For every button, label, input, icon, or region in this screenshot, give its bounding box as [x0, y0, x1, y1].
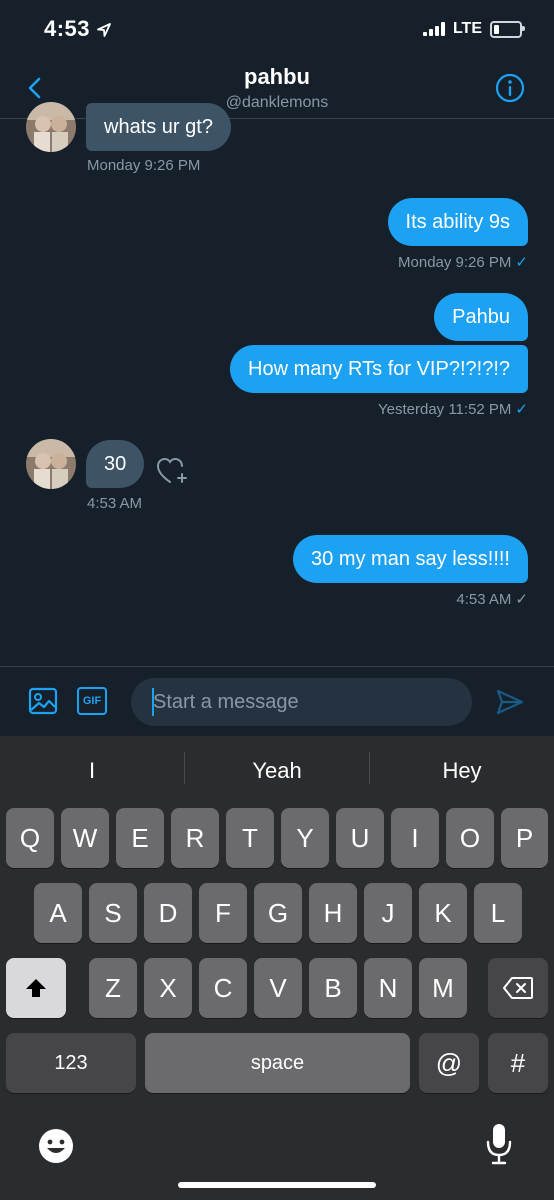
message-input-container[interactable]: [131, 678, 472, 726]
image-icon[interactable]: [28, 686, 58, 716]
sent-check-icon: ✓: [515, 401, 528, 418]
message-input[interactable]: [131, 678, 472, 726]
key-i[interactable]: I: [391, 808, 439, 868]
key-d[interactable]: D: [144, 883, 192, 943]
shift-arrow-icon: [26, 979, 46, 997]
sent-check-icon: ✓: [515, 591, 528, 608]
key-h[interactable]: H: [309, 883, 357, 943]
battery-icon: [490, 20, 525, 38]
message-timestamp: Monday 9:26 PM ✓: [398, 253, 528, 271]
microphone-icon[interactable]: [484, 1122, 514, 1166]
suggestion-2[interactable]: Yeah: [185, 748, 369, 794]
location-arrow-icon: [97, 23, 111, 37]
cellular-signal-icon: [422, 22, 445, 36]
suggestion-3[interactable]: Hey: [370, 748, 554, 794]
message-bubble-outgoing[interactable]: How many RTs for VIP?!?!?!?: [230, 345, 528, 393]
shift-key[interactable]: [6, 958, 66, 1018]
numbers-key[interactable]: 123: [6, 1033, 136, 1093]
key-g[interactable]: G: [254, 883, 302, 943]
send-icon[interactable]: [494, 686, 526, 718]
message-time: Yesterday 11:52 PM: [378, 401, 512, 418]
key-e[interactable]: E: [116, 808, 164, 868]
status-time: 4:53: [44, 16, 91, 41]
key-t[interactable]: T: [226, 808, 274, 868]
backspace-key[interactable]: [488, 958, 548, 1018]
backspace-icon: [503, 977, 533, 999]
key-r[interactable]: R: [171, 808, 219, 868]
key-w[interactable]: W: [61, 808, 109, 868]
message-bubble-incoming[interactable]: whats ur gt?: [86, 103, 231, 151]
home-indicator[interactable]: [178, 1182, 376, 1188]
key-s[interactable]: S: [89, 883, 137, 943]
network-type: LTE: [452, 20, 482, 37]
avatar-photo: [26, 102, 76, 152]
suggestion-1[interactable]: I: [0, 748, 184, 794]
key-q[interactable]: Q: [6, 808, 54, 868]
message-bubble-outgoing[interactable]: Pahbu: [434, 293, 528, 341]
info-circle-icon[interactable]: [494, 72, 526, 104]
message-bubble-incoming[interactable]: 30: [86, 440, 145, 488]
key-l[interactable]: L: [474, 883, 522, 943]
heart-plus-icon[interactable]: [156, 456, 190, 488]
key-z[interactable]: Z: [89, 958, 137, 1018]
hash-key[interactable]: #: [488, 1033, 548, 1093]
key-v[interactable]: V: [254, 958, 302, 1018]
conversation-name[interactable]: pahbu: [0, 64, 554, 90]
key-f[interactable]: F: [199, 883, 247, 943]
avatar[interactable]: [26, 439, 76, 489]
key-c[interactable]: C: [199, 958, 247, 1018]
status-indicators: LTE: [422, 20, 525, 38]
key-y[interactable]: Y: [281, 808, 329, 868]
key-n[interactable]: N: [364, 958, 412, 1018]
message-timestamp: 4:53 AM ✓: [456, 590, 528, 608]
header-divider: [0, 118, 554, 119]
key-k[interactable]: K: [419, 883, 467, 943]
message-bubble-outgoing[interactable]: Its ability 9s: [387, 198, 528, 246]
conversation-handle: @danklemons: [225, 94, 329, 111]
emoji-icon[interactable]: [36, 1126, 76, 1166]
text-caret: [152, 688, 154, 716]
message-time: Monday 9:26 PM: [398, 254, 512, 271]
key-m[interactable]: M: [419, 958, 467, 1018]
composer-divider: [0, 666, 554, 667]
message-time: 4:53 AM: [456, 591, 512, 608]
key-a[interactable]: A: [34, 883, 82, 943]
key-j[interactable]: J: [364, 883, 412, 943]
key-b[interactable]: B: [309, 958, 357, 1018]
key-x[interactable]: X: [144, 958, 192, 1018]
message-timestamp: Monday 9:26 PM: [87, 157, 201, 174]
sent-check-icon: ✓: [515, 254, 528, 271]
key-u[interactable]: U: [336, 808, 384, 868]
key-o[interactable]: O: [446, 808, 494, 868]
key-p[interactable]: P: [501, 808, 548, 868]
message-timestamp: 4:53 AM: [87, 495, 143, 512]
gif-button[interactable]: GIF: [77, 687, 107, 715]
message-timestamp: Yesterday 11:52 PM ✓: [378, 400, 528, 418]
space-key[interactable]: space: [145, 1033, 410, 1093]
avatar[interactable]: [26, 102, 76, 152]
at-key[interactable]: @: [419, 1033, 479, 1093]
message-bubble-outgoing[interactable]: 30 my man say less!!!!: [293, 535, 528, 583]
avatar-photo: [26, 439, 76, 489]
